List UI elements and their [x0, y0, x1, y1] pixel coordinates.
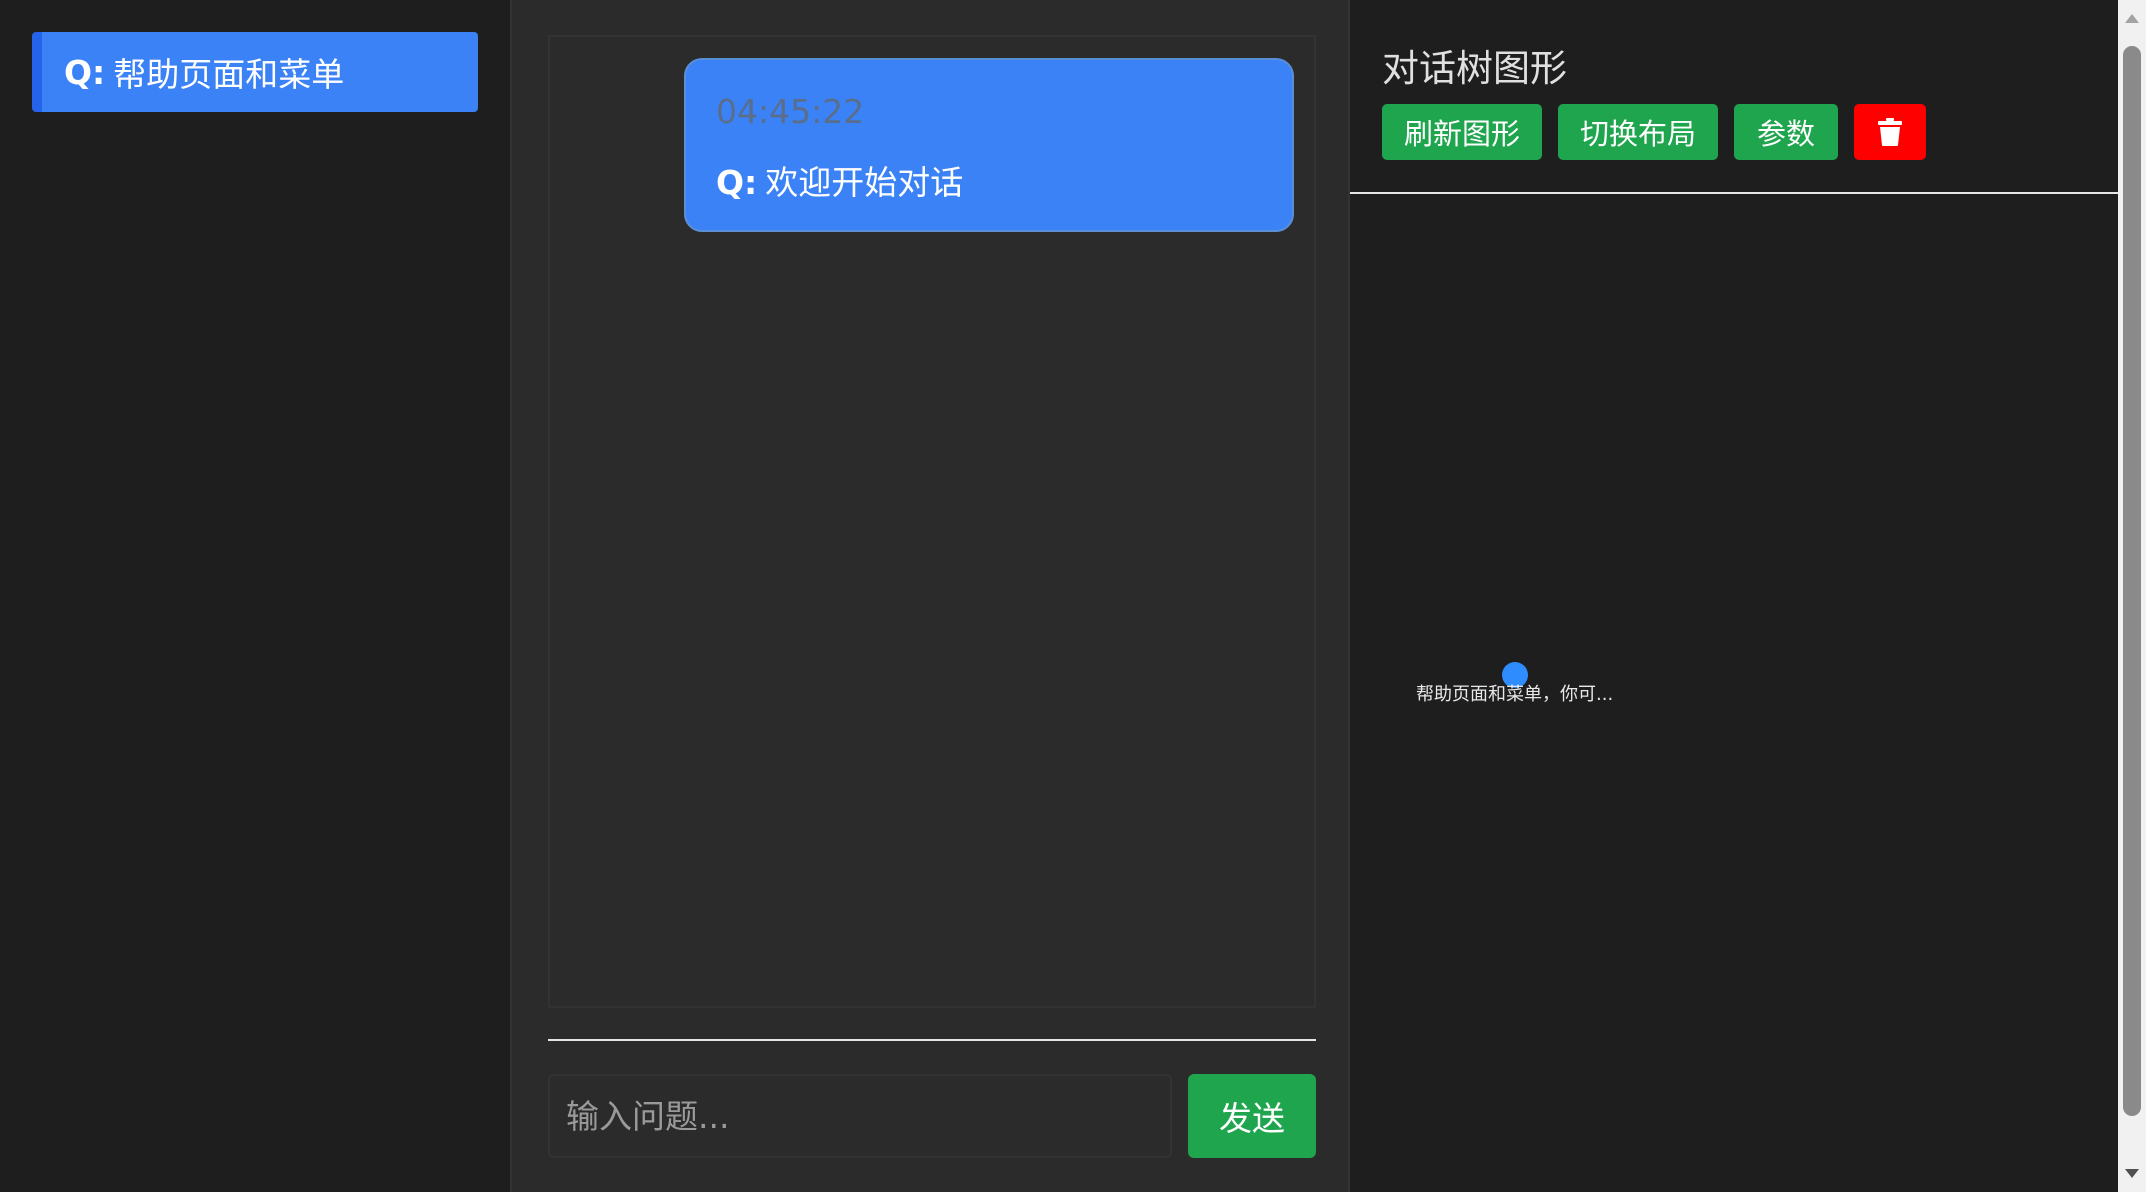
message-bubble[interactable]: 04:45:22 Q: 欢迎开始对话 — [684, 58, 1294, 232]
refresh-graph-button[interactable]: 刷新图形 — [1382, 104, 1542, 160]
tree-panel-title: 对话树图形 — [1382, 47, 1567, 90]
scroll-up-arrow-icon[interactable] — [2125, 14, 2139, 23]
chat-panel: 04:45:22 Q:欢迎开始对话 发送 — [510, 0, 1350, 1192]
page-scrollbar[interactable] — [2118, 0, 2146, 1192]
tree-divider — [1350, 192, 2118, 194]
question-input[interactable] — [548, 1074, 1172, 1158]
message-list[interactable]: 04:45:22 Q: 欢迎开始对话 — [548, 35, 1316, 1008]
tree-panel: 对话树图形 刷新图形 切换布局 参数 帮助页面和菜单，你可... — [1350, 0, 2118, 1192]
conversation-sidebar: Q: 帮助页面和菜单 — [0, 0, 510, 1192]
message-text: Q: 欢迎开始对话 — [716, 156, 963, 204]
question-prefix: Q: — [716, 163, 758, 202]
sidebar-item-help-menu[interactable]: Q: 帮助页面和菜单 — [32, 32, 478, 112]
trash-icon — [1878, 118, 1902, 146]
scroll-down-arrow-icon[interactable] — [2125, 1169, 2139, 1178]
message-content: 欢迎开始对话 — [765, 163, 964, 202]
delete-button[interactable] — [1854, 104, 1926, 160]
question-prefix: Q: — [64, 52, 106, 92]
input-divider — [548, 1039, 1316, 1041]
message-timestamp: 04:45:22 — [716, 92, 865, 131]
toggle-layout-button[interactable]: 切换布局 — [1558, 104, 1718, 160]
scroll-thumb[interactable] — [2123, 46, 2141, 1116]
send-button[interactable]: 发送 — [1188, 1074, 1316, 1158]
app-window: Q: 帮助页面和菜单 04:45:22 Q:欢迎开始对话 发送 对话树图形 刷新… — [0, 0, 2146, 1192]
tree-node-label: 帮助页面和菜单，你可... — [1416, 684, 1614, 705]
params-button[interactable]: 参数 — [1734, 104, 1838, 160]
sidebar-item-label: 帮助页面和菜单 — [113, 55, 345, 94]
